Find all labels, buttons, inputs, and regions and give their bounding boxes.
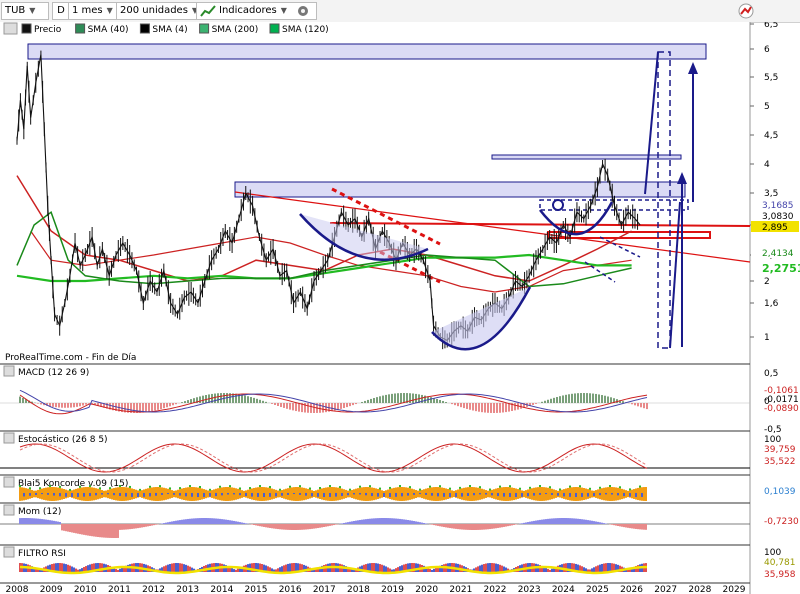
panel-close-icon — [3, 476, 15, 488]
panel-value-label: 35,958 — [764, 570, 796, 580]
x-axis-label: 2025 — [586, 585, 609, 594]
legend-label: SMA (4) — [152, 25, 187, 35]
x-axis-label: 2016 — [279, 585, 302, 594]
x-axis-label: 2014 — [210, 585, 233, 594]
trend-icon[interactable] — [738, 3, 754, 19]
resistance-zone-high — [491, 154, 682, 160]
panel-close-icon — [3, 546, 15, 558]
panel-value-label: 39,759 — [764, 445, 796, 455]
price-value-label: 3,0830 — [762, 212, 794, 222]
symbol-selector[interactable]: TUB ▼ — [1, 2, 49, 20]
macd-panel: MACD (12 26 9) 0,50-0,5-0,1061-0,0171-0,0… — [0, 363, 799, 435]
legend-label: SMA (40) — [88, 25, 129, 35]
macd-signal-line — [19, 389, 648, 413]
chart-canvas: Precio SMA (40) SMA (4) SMA (200) SMA (120) 6… — [0, 22, 800, 594]
period-label: 1 mes — [72, 5, 103, 16]
panel-close-icon — [3, 504, 15, 516]
price-axis-label: 6,5 — [764, 22, 778, 30]
legend-swatch — [75, 23, 86, 34]
toolbar: TUB ▼ D 1 mes ▼ 200 unidades ▼ Indicadores ▼ — [0, 0, 800, 23]
panel-axis-label: 100 — [764, 435, 781, 445]
indicators-label: Indicadores — [219, 5, 277, 16]
legend-label: Precio — [34, 25, 62, 35]
units-selector[interactable]: 200 unidades ▼ — [116, 2, 198, 20]
x-axis-label: 2008 — [6, 585, 29, 594]
price-axis-label: 3,5 — [764, 189, 778, 199]
x-axis-label: 2029 — [723, 585, 746, 594]
legend-swatch — [269, 23, 280, 34]
legend-swatch — [139, 23, 150, 34]
panel-axis-label: 0,5 — [764, 369, 778, 379]
panel-value-label: -0,0890 — [764, 404, 799, 414]
panel-title: MACD (12 26 9) — [18, 368, 89, 378]
price-value-label: 2,895 — [762, 223, 788, 233]
x-axis-label: 2017 — [313, 585, 336, 594]
x-axis-label: 2012 — [142, 585, 165, 594]
legend-label: SMA (200) — [212, 25, 259, 35]
mom-panel: Mom (12) -0,7230 — [0, 502, 799, 538]
price-axis-label: 4 — [764, 160, 770, 170]
gear-icon[interactable] — [296, 4, 310, 18]
price-axis-label: 6 — [764, 45, 770, 55]
panel-value-label: 40,781 — [764, 558, 796, 568]
price-value-label: 2,2751 — [762, 262, 800, 275]
price-axis-label: 1,6 — [764, 299, 779, 309]
x-axis-label: 2010 — [74, 585, 97, 594]
chevron-down-icon: ▼ — [280, 6, 287, 15]
watermark: ProRealTime.com - Fin de Día — [5, 353, 136, 363]
x-axis-label: 2011 — [108, 585, 131, 594]
legend-swatch — [199, 23, 210, 34]
chart-line-icon — [200, 5, 216, 17]
panel-close-icon — [3, 432, 15, 444]
legend-close-icon — [3, 22, 18, 35]
symbol-label: TUB — [5, 5, 26, 16]
x-axis-label: 2013 — [176, 585, 199, 594]
panel-title: FILTRO RSI — [18, 549, 66, 559]
price-value-label: 3,1685 — [762, 201, 794, 211]
x-axis-label: 2028 — [688, 585, 711, 594]
price-axis-label: 2 — [764, 277, 770, 287]
legend-swatch — [21, 23, 32, 34]
resistance-zone-top — [27, 43, 707, 60]
price-value-label: 2,4134 — [762, 249, 794, 259]
x-axis-label: 2026 — [620, 585, 643, 594]
panel-value-label: 35,522 — [764, 457, 796, 467]
chevron-down-icon: ▼ — [29, 6, 36, 15]
x-axis-label: 2009 — [40, 585, 63, 594]
period-icon-label: D — [57, 5, 65, 16]
resistance-zone-mid — [234, 181, 686, 198]
konkorde-panel: Blai5 Koncorde v.09 (15) 0,1039 — [0, 474, 796, 501]
x-axis-label: 2022 — [484, 585, 507, 594]
chevron-down-icon: ▼ — [106, 6, 113, 15]
units-label: 200 unidades — [120, 5, 188, 16]
x-axis: 2008 2009 2010 2011 2012 2013 2014 2015 2016 2017… — [0, 582, 750, 594]
price-axis-label: 5 — [764, 102, 770, 112]
x-axis-label: 2019 — [381, 585, 404, 594]
price-axis-label: 1 — [764, 333, 770, 343]
panel-value-label: -0,7230 — [764, 517, 799, 527]
panel-title: Blai5 Koncorde v.09 (15) — [18, 479, 128, 489]
x-axis-label: 2024 — [552, 585, 575, 594]
panel-axis-label: 100 — [764, 548, 781, 558]
panel-close-icon — [3, 365, 15, 377]
legend-label: SMA (120) — [282, 25, 329, 35]
x-axis-label: 2023 — [518, 585, 541, 594]
x-axis-label: 2015 — [245, 585, 268, 594]
x-axis-label: 2020 — [415, 585, 438, 594]
period-selector[interactable]: 1 mes ▼ — [68, 2, 120, 20]
panel-title: Mom (12) — [18, 507, 61, 517]
x-axis-label: 2027 — [654, 585, 677, 594]
stoch-panel: Estocástico (26 8 5) 10039,759 35,522 — [0, 430, 796, 473]
price-axis-label: 4,5 — [764, 131, 778, 141]
x-axis-label: 2021 — [449, 585, 472, 594]
price-axis-label: 5,5 — [764, 73, 778, 83]
x-axis-label: 2018 — [347, 585, 370, 594]
panel-title: Estocástico (26 8 5) — [18, 435, 108, 445]
rsi-panel: FILTRO RSI 10040,781 35,958 — [0, 544, 796, 580]
panel-value-label: 0,1039 — [764, 487, 796, 497]
panel-axis-label: -0,5 — [764, 425, 782, 435]
